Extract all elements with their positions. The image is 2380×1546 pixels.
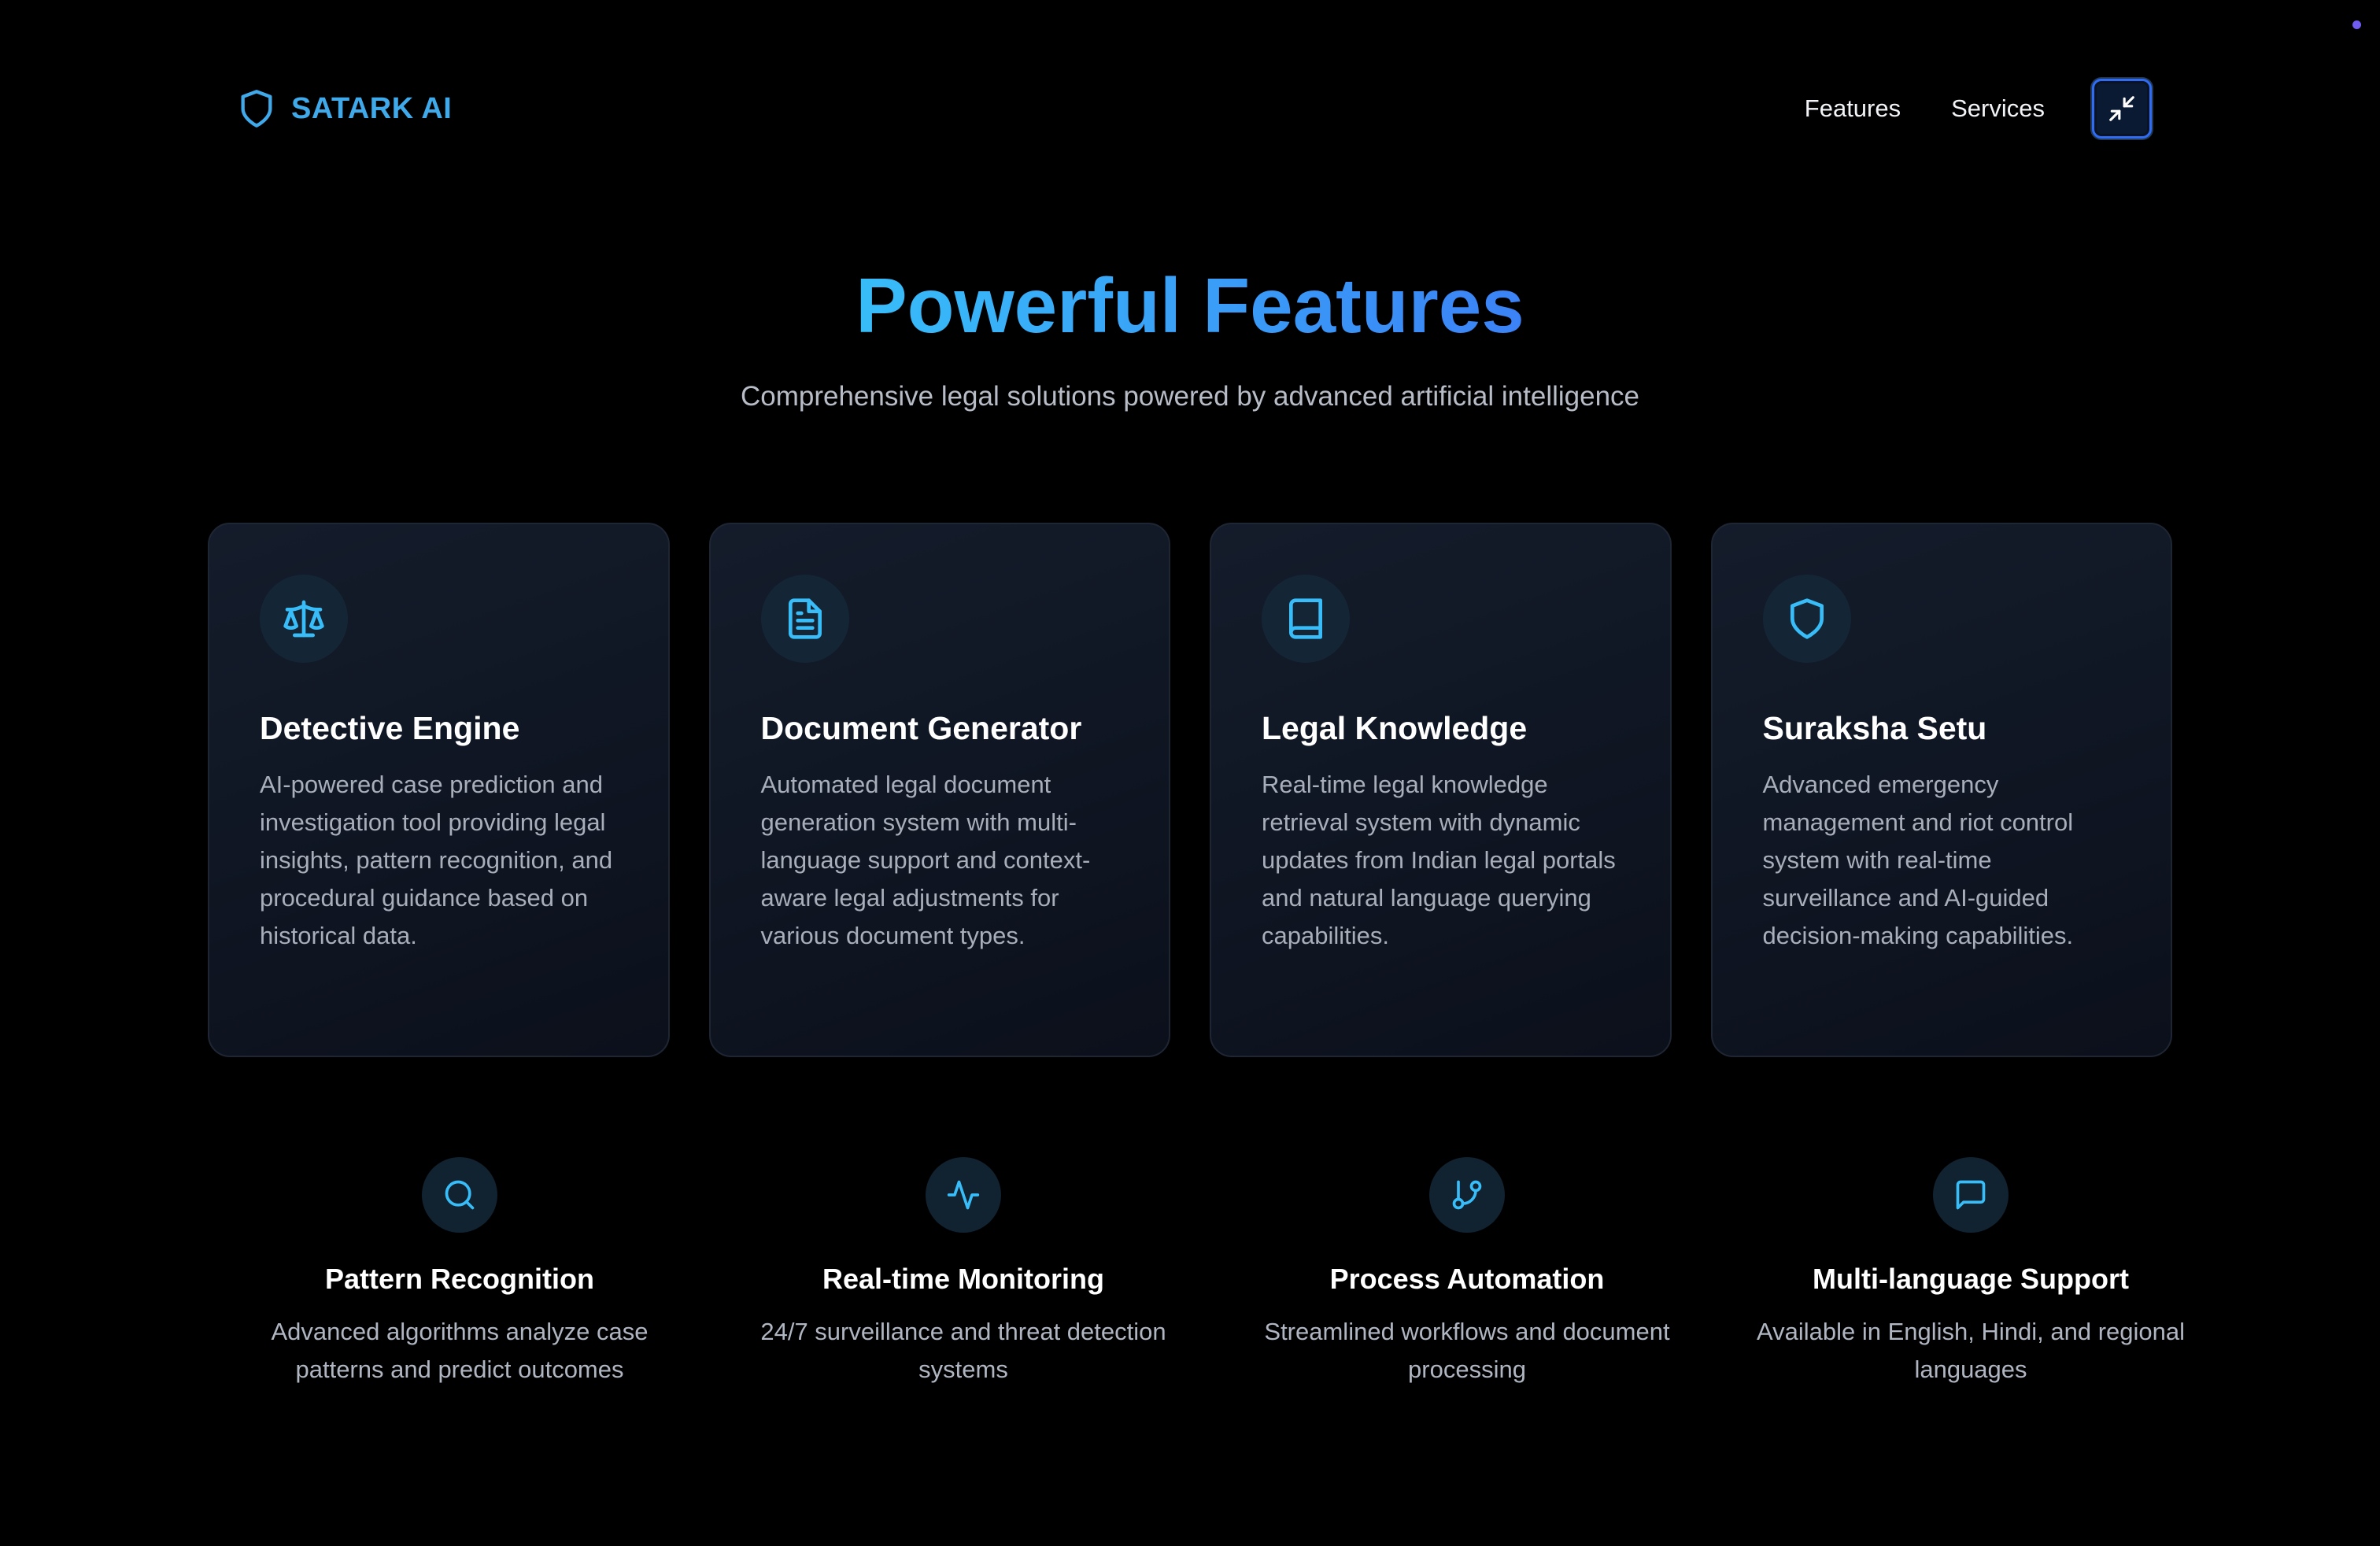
shield-icon xyxy=(1762,575,1851,663)
message-square-icon xyxy=(1933,1157,2009,1233)
main-nav: Features Services xyxy=(1805,79,2152,139)
card-description: Automated legal document generation syst… xyxy=(760,771,1091,949)
card-suraksha-setu[interactable]: Suraksha Setu Advanced emergency managem… xyxy=(1710,523,2172,1057)
feature-process-automation: Process Automation Streamlined workflows… xyxy=(1215,1157,1719,1389)
nav-link-features[interactable]: Features xyxy=(1805,94,1901,123)
feature-description: 24/7 surveillance and threat detection s… xyxy=(760,1318,1166,1383)
feature-cards: Detective Engine AI-powered case predict… xyxy=(208,523,2172,1057)
brand[interactable]: SATARK AI xyxy=(236,85,452,132)
activity-icon xyxy=(926,1157,1001,1233)
feature-title: Pattern Recognition xyxy=(324,1263,595,1295)
card-detective-engine[interactable]: Detective Engine AI-powered case predict… xyxy=(208,523,670,1057)
brand-name: SATARK AI xyxy=(291,91,453,125)
status-dot xyxy=(2352,20,2361,29)
scale-icon xyxy=(260,575,348,663)
feature-description: Advanced algorithms analyze case pattern… xyxy=(271,1318,649,1383)
git-branch-icon xyxy=(1429,1157,1505,1233)
nav-link-services[interactable]: Services xyxy=(1951,94,2045,123)
minimize-button[interactable] xyxy=(2092,79,2152,139)
card-document-generator[interactable]: Document Generator Automated legal docum… xyxy=(708,523,1170,1057)
feature-title: Multi-language Support xyxy=(1813,1263,2129,1295)
feature-description: Available in English, Hindi, and regiona… xyxy=(1757,1318,2185,1383)
card-title: Document Generator xyxy=(760,710,1082,746)
page: SATARK AI Features Services Powerful Fea… xyxy=(0,0,2380,1546)
feature-title: Process Automation xyxy=(1329,1263,1605,1295)
card-description: Advanced emergency management and riot c… xyxy=(1762,771,2074,949)
card-title: Detective Engine xyxy=(260,710,520,746)
feature-description: Streamlined workflows and document proce… xyxy=(1264,1318,1670,1383)
feature-pattern-recognition: Pattern Recognition Advanced algorithms … xyxy=(208,1157,711,1389)
feature-title: Real-time Monitoring xyxy=(822,1263,1104,1295)
minimize-icon xyxy=(2107,94,2137,124)
header: SATARK AI Features Services xyxy=(236,77,2152,140)
shield-icon xyxy=(236,85,277,132)
document-icon xyxy=(760,575,849,663)
feature-highlights: Pattern Recognition Advanced algorithms … xyxy=(208,1157,2223,1389)
page-title-text: Powerful Features xyxy=(856,262,1524,349)
card-title: Suraksha Setu xyxy=(1762,710,1987,746)
page-subtitle: Comprehensive legal solutions powered by… xyxy=(740,381,1640,412)
card-title: Legal Knowledge xyxy=(1262,710,1528,746)
book-icon xyxy=(1262,575,1350,663)
card-description: Real-time legal knowledge retrieval syst… xyxy=(1262,771,1616,949)
card-legal-knowledge[interactable]: Legal Knowledge Real-time legal knowledg… xyxy=(1210,523,1672,1057)
feature-multi-language-support: Multi-language Support Available in Engl… xyxy=(1719,1157,2223,1389)
feature-real-time-monitoring: Real-time Monitoring 24/7 surveillance a… xyxy=(711,1157,1215,1389)
search-icon xyxy=(422,1157,497,1233)
page-title: Powerful Features xyxy=(0,258,2380,353)
card-description: AI-powered case prediction and investiga… xyxy=(260,771,613,949)
